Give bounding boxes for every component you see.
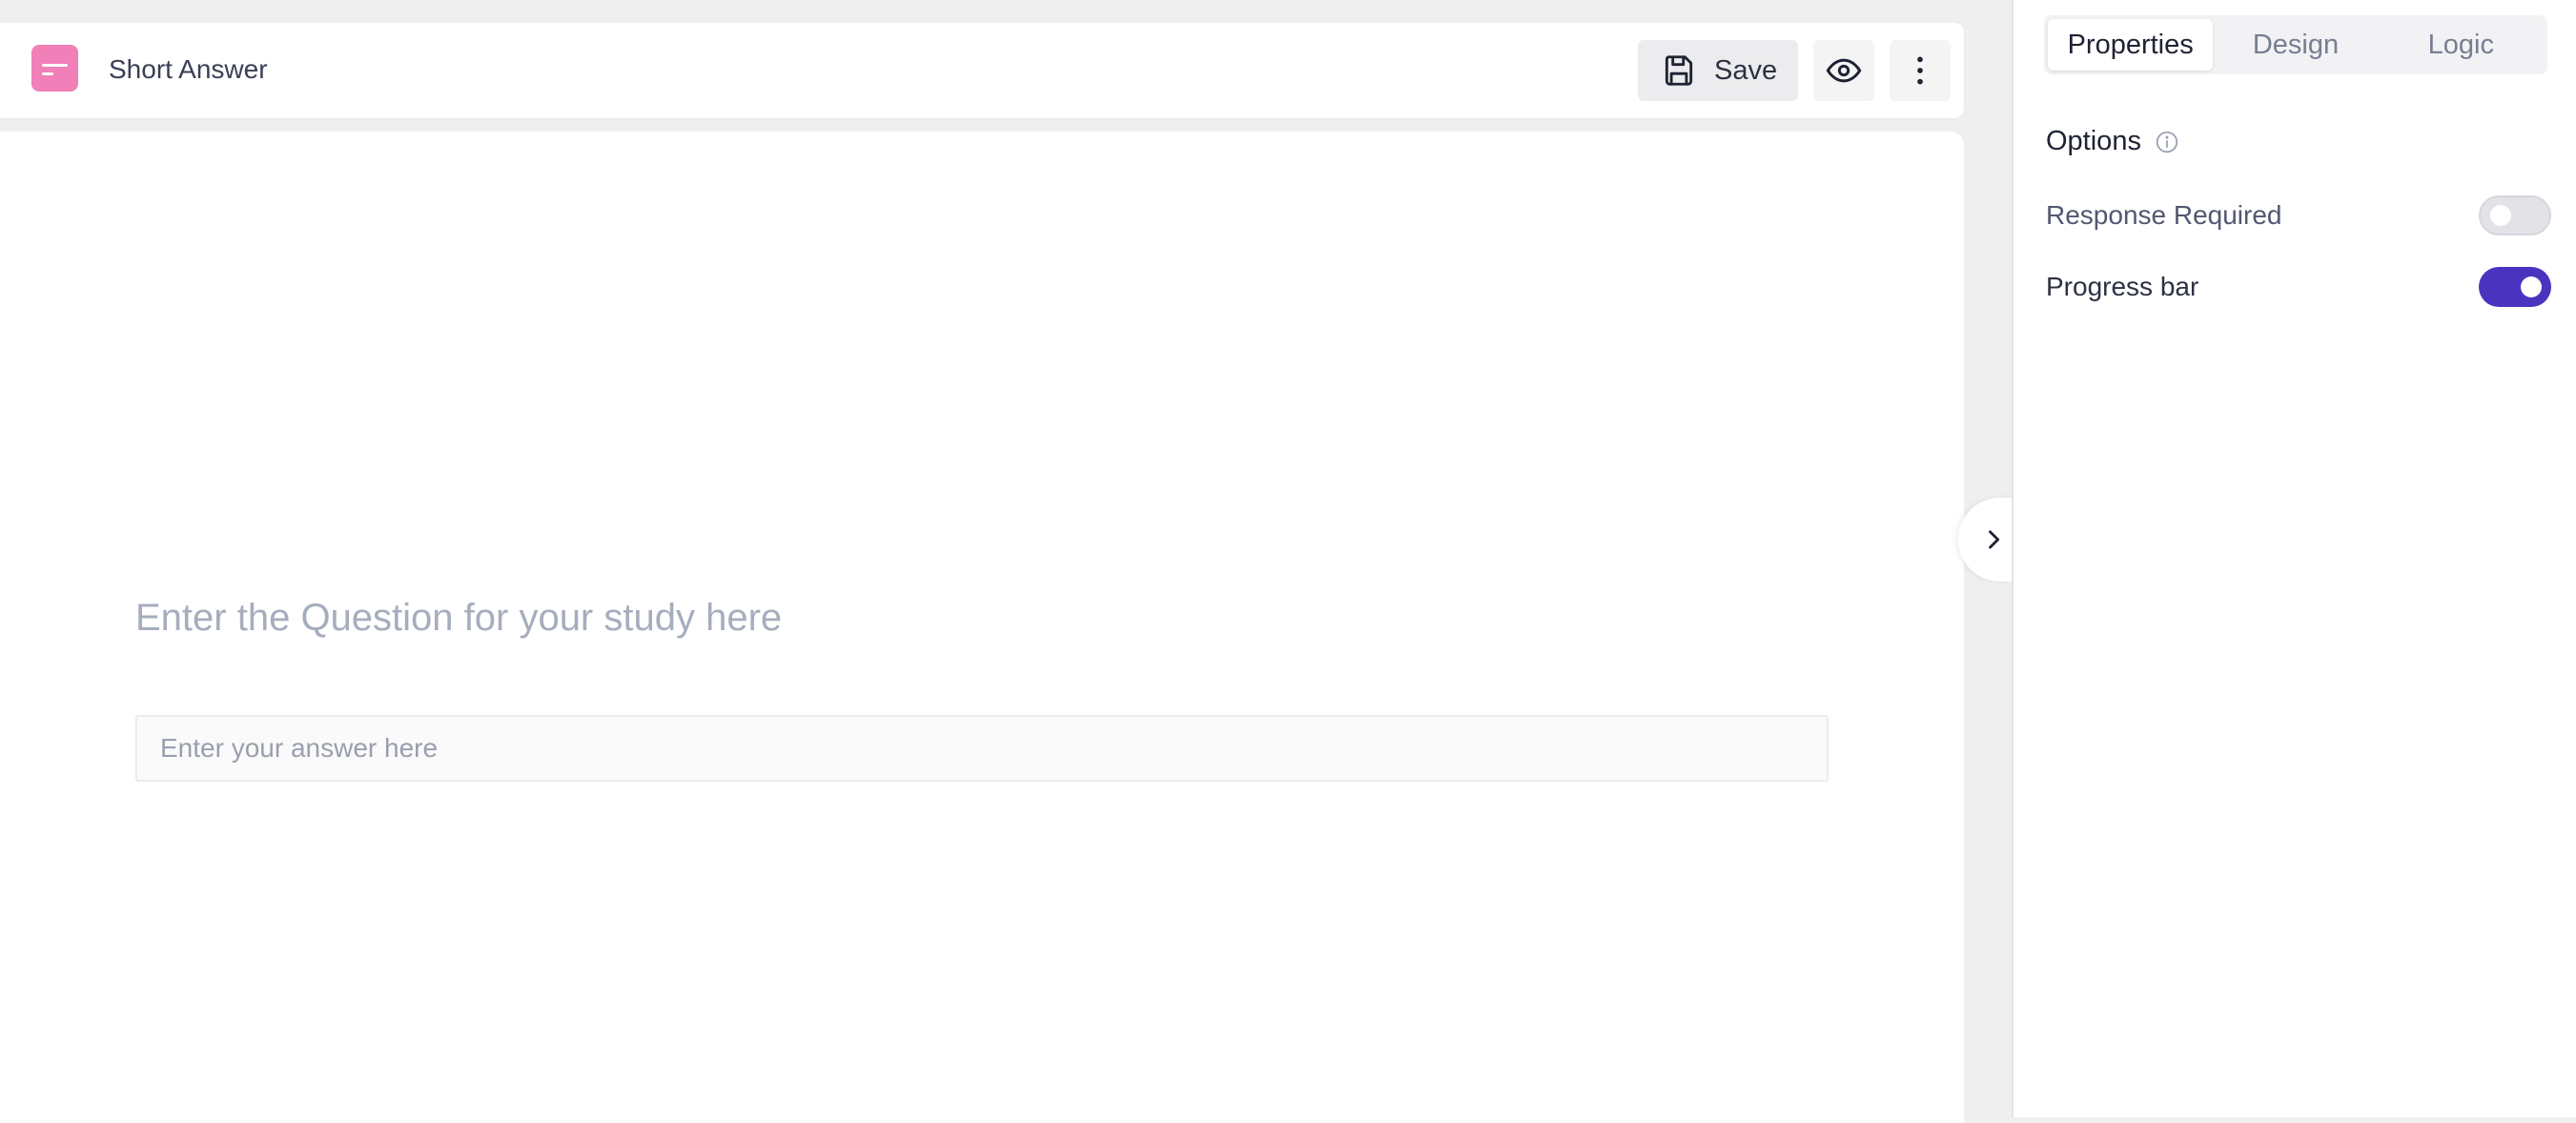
save-button-label: Save — [1714, 54, 1778, 86]
option-label-progress-bar: Progress bar — [2046, 272, 2199, 301]
save-button[interactable]: Save — [1638, 40, 1798, 101]
editor-area: Short Answer Save Enter the Question for… — [0, 0, 2015, 1123]
more-options-button[interactable] — [1890, 40, 1951, 101]
tab-design[interactable]: Design — [2213, 19, 2378, 71]
progress-bar-toggle[interactable] — [2479, 267, 2551, 307]
options-section-title: Options — [2046, 126, 2141, 156]
question-canvas: Enter the Question for your study here — [0, 132, 1964, 1123]
block-title: Short Answer — [109, 54, 268, 84]
collapse-panel-button[interactable] — [1958, 498, 2015, 582]
panel-tabs: Properties Design Logic — [2044, 15, 2547, 74]
chevron-right-icon — [1989, 530, 2000, 549]
option-progress-bar: Progress bar — [2046, 265, 2551, 309]
response-required-toggle[interactable] — [2479, 195, 2551, 235]
option-label-response-required: Response Required — [2046, 200, 2282, 230]
short-answer-icon — [31, 45, 78, 92]
tab-logic[interactable]: Logic — [2379, 19, 2544, 71]
option-response-required: Response Required — [2046, 194, 2551, 237]
tab-properties[interactable]: Properties — [2048, 19, 2214, 71]
properties-panel: Properties Design Logic Options Response… — [2012, 0, 2576, 1117]
answer-field-wrapper — [135, 715, 1829, 782]
block-header: Short Answer Save — [0, 23, 1964, 118]
question-input[interactable]: Enter the Question for your study here — [135, 595, 782, 641]
eye-icon — [1826, 58, 1862, 83]
info-icon[interactable] — [2155, 130, 2179, 154]
floppy-disk-icon — [1665, 55, 1693, 86]
answer-input[interactable] — [137, 717, 1827, 780]
options-section-header: Options — [2046, 126, 2179, 157]
vertical-dots-icon — [1917, 56, 1923, 85]
preview-button[interactable] — [1813, 40, 1874, 101]
